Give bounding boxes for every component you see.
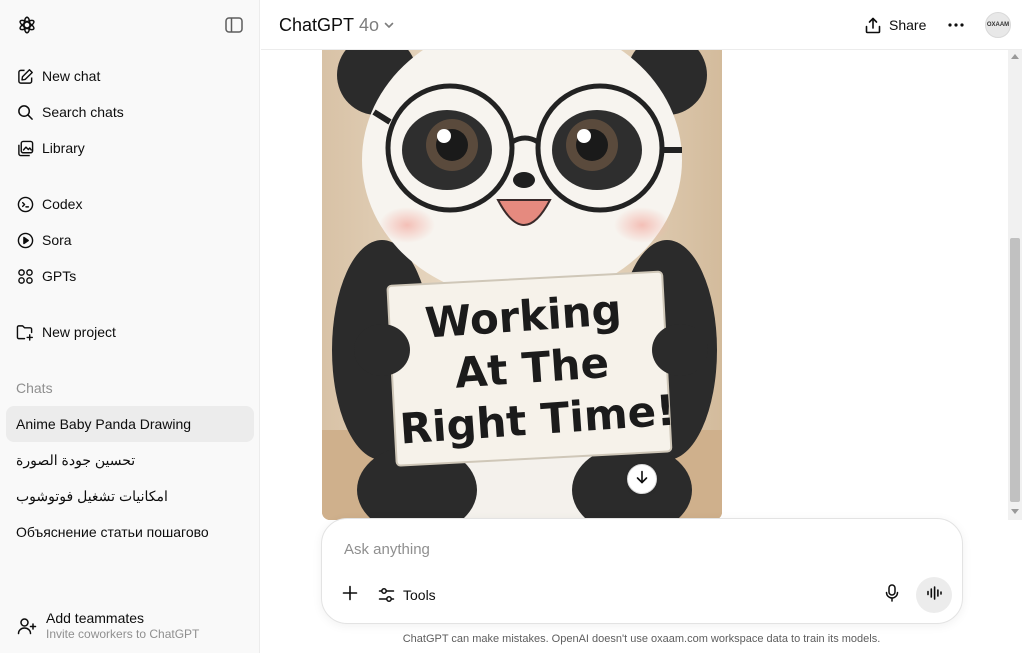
chats-section-label: Chats	[16, 380, 53, 396]
chat-item-image-quality[interactable]: تحسين جودة الصورة	[6, 442, 254, 478]
search-icon	[16, 103, 34, 121]
chat-title: Объяснение статьи пошагово	[16, 524, 209, 540]
add-teammates-subtitle: Invite coworkers to ChatGPT	[46, 627, 200, 641]
chat-item-photoshop[interactable]: امكانيات تشغيل فوتوشوب	[6, 478, 254, 514]
share-button[interactable]: Share	[859, 10, 932, 40]
add-teammates-button[interactable]: Add teammates Invite coworkers to ChatGP…	[6, 604, 254, 648]
nav-label: Codex	[42, 196, 83, 212]
openai-logo-icon[interactable]	[14, 12, 40, 38]
arrow-down-icon	[635, 470, 649, 489]
scroll-down-arrow-icon[interactable]	[1011, 509, 1019, 514]
scroll-down-button[interactable]	[627, 464, 657, 494]
composer: Ask anything Tools	[321, 518, 963, 624]
chat-item-anime-baby-panda[interactable]: Anime Baby Panda Drawing	[6, 406, 254, 442]
user-plus-icon	[16, 615, 38, 637]
add-teammates-title: Add teammates	[46, 610, 145, 626]
more-options-icon[interactable]	[941, 10, 971, 40]
add-attachment-button[interactable]	[336, 581, 364, 609]
sliders-icon	[378, 587, 395, 603]
model-selector[interactable]: ChatGPT 4o	[273, 10, 401, 40]
chat-title: امكانيات تشغيل فوتوشوب	[16, 487, 168, 504]
nav-label: New chat	[42, 68, 101, 84]
share-label: Share	[889, 17, 927, 33]
header: ChatGPT 4o Share OXAAM	[261, 0, 1022, 50]
chat-title: Anime Baby Panda Drawing	[16, 416, 192, 432]
panda-illustration: Working At The Right Time!	[322, 50, 722, 520]
chat-title: تحسين جودة الصورة	[16, 451, 136, 468]
chevron-down-icon	[383, 19, 395, 31]
model-name: ChatGPT	[279, 14, 355, 35]
folder-plus-icon	[16, 323, 34, 341]
disclaimer: ChatGPT can make mistakes. OpenAI doesn'…	[402, 633, 881, 645]
main-content: Working At The Right Time! Ask anything	[261, 50, 1022, 653]
pencil-square-icon	[16, 67, 34, 85]
tools-label: Tools	[403, 587, 436, 603]
sidebar-toggle-icon[interactable]	[223, 14, 245, 36]
chat-item-article-explanation[interactable]: Объяснение статьи пошагово	[6, 514, 254, 550]
codex-icon	[16, 195, 34, 213]
microphone-icon	[885, 583, 899, 607]
avatar[interactable]: OXAAM	[985, 12, 1011, 38]
sora-button[interactable]: Sora	[6, 223, 254, 257]
tools-button[interactable]: Tools	[372, 581, 442, 609]
waveform-icon	[926, 585, 942, 605]
nav-label: GPTs	[42, 268, 77, 284]
message-input[interactable]: Ask anything	[344, 541, 430, 558]
play-circle-icon	[16, 231, 34, 249]
model-version: 4o	[359, 14, 380, 35]
gpts-button[interactable]: GPTs	[6, 259, 254, 293]
scrollbar-thumb[interactable]	[1010, 238, 1020, 502]
library-icon	[16, 139, 34, 157]
share-icon	[865, 17, 881, 34]
new-chat-button[interactable]: New chat	[6, 59, 254, 93]
nav-label: Search chats	[42, 104, 124, 120]
plus-icon	[342, 585, 358, 606]
generated-image[interactable]: Working At The Right Time!	[322, 50, 722, 520]
add-teammates-text: Add teammates Invite coworkers to ChatGP…	[46, 610, 199, 642]
new-project-button[interactable]: New project	[6, 315, 254, 349]
sidebar-top	[0, 0, 259, 50]
scrollbar[interactable]	[1008, 50, 1022, 520]
library-button[interactable]: Library	[6, 131, 254, 165]
codex-button[interactable]: Codex	[6, 187, 254, 221]
grid-icon	[16, 267, 34, 285]
nav-label: New project	[42, 324, 116, 340]
voice-mode-button[interactable]	[916, 577, 952, 613]
search-chats-button[interactable]: Search chats	[6, 95, 254, 129]
scroll-up-arrow-icon[interactable]	[1011, 54, 1019, 59]
nav-label: Library	[42, 140, 85, 156]
dictate-button[interactable]	[878, 581, 906, 609]
nav-label: Sora	[42, 232, 72, 248]
sidebar: New chat Search chats Library Codex Sora…	[0, 0, 260, 653]
